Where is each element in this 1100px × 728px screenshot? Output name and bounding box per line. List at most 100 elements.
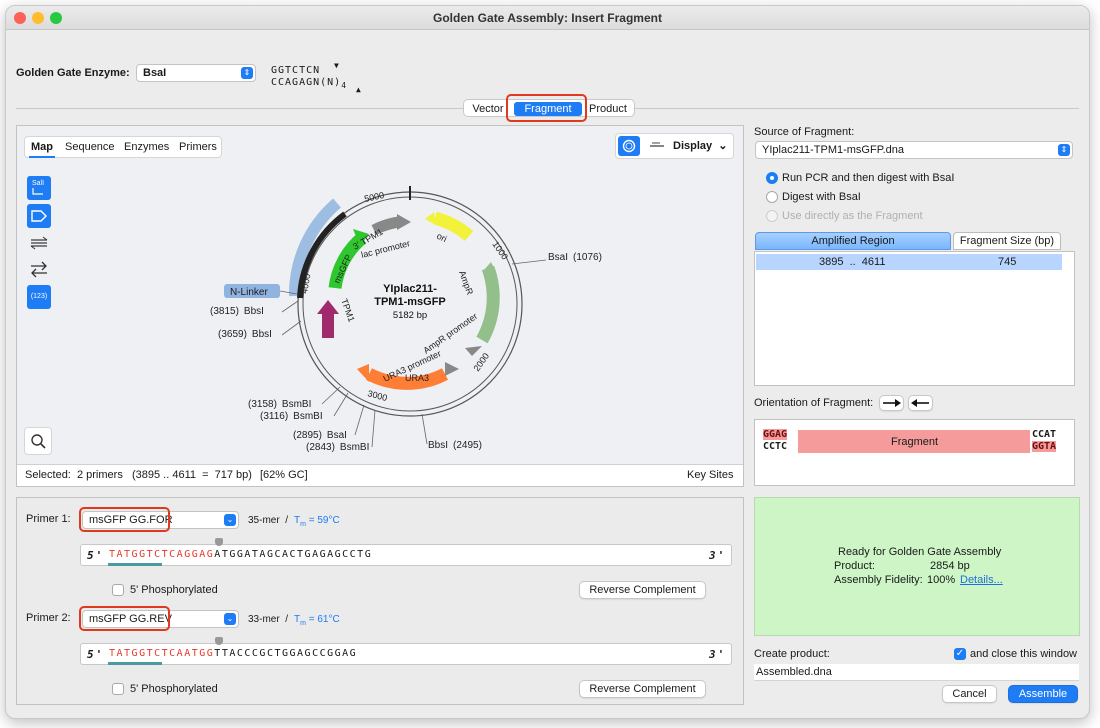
ori-arrow <box>425 212 436 225</box>
tab-product[interactable]: Product <box>584 102 632 116</box>
tpm1-3prime-arrow <box>397 214 411 230</box>
primer2-tm: Tm = 61°C <box>294 614 340 627</box>
site-bottom-strand: CCAGAGN(N) <box>271 77 342 88</box>
cancel-button[interactable]: Cancel <box>942 685 997 703</box>
cut-top-icon: ▼ <box>334 61 340 70</box>
overhang-right-bottom: GGTA <box>1032 441 1057 452</box>
site-line-bsmbi-3158 <box>321 386 341 405</box>
region-row[interactable]: 3895 .. 4611 745 <box>756 254 1062 270</box>
primer1-length: 35-mer / <box>248 515 289 526</box>
site-bsai-1076[interactable]: BsaI (1076) <box>548 252 602 263</box>
overhang-left-top: GGAG <box>763 429 788 440</box>
chevron-down-icon: ⌄ <box>224 514 236 526</box>
primer2-tm-value: = 61°C <box>305 614 340 625</box>
tab-vector[interactable]: Vector <box>466 102 510 116</box>
primer2-phosphorylated-checkbox[interactable] <box>112 683 124 695</box>
primers-panel: Primer 1: msGFP GG.FOR ⌄ 35-mer / Tm = 5… <box>16 497 744 705</box>
primer2-reverse-complement-button[interactable]: Reverse Complement <box>579 680 706 698</box>
site-line-bsai-1076 <box>511 259 547 265</box>
size-header[interactable]: Fragment Size (bp) <box>953 232 1061 250</box>
site-bsai-2895-pos: (2895) <box>293 430 322 441</box>
radio-use-directly[interactable] <box>766 210 778 222</box>
site-bsai-1076-name: BsaI <box>548 252 568 263</box>
enzyme-value: BsaI <box>143 67 167 79</box>
close-window-checkbox[interactable]: ✓ <box>954 648 966 660</box>
radio-digest[interactable] <box>766 191 778 203</box>
site-bbsi-3659[interactable]: (3659) BbsI <box>218 329 272 340</box>
primer1-binding-arrow <box>108 563 162 566</box>
site-line-bbsi-2495 <box>421 413 428 445</box>
option-pcr-digest-label: Run PCR and then digest with BsaI <box>782 172 955 184</box>
enzyme-label: Golden Gate Enzyme: <box>16 67 130 79</box>
label-ampr: AmpR <box>457 269 475 296</box>
site-bsmbi-2843[interactable]: (2843) BsmBI <box>306 442 369 453</box>
plasmid-name-line2: TPM1-msGFP <box>374 296 446 308</box>
primer2-five-prime: 5' <box>87 648 105 661</box>
region-range: 3895 .. 4611 <box>819 256 886 268</box>
gc-content: [62% GC] <box>260 469 308 481</box>
site-bbsi-3815[interactable]: (3815) BbsI <box>210 306 264 317</box>
title-bar: Golden Gate Assembly: Insert Fragment <box>6 6 1089 30</box>
stepper-icon: ⇕ <box>241 67 253 79</box>
chevron-down-icon: ⌄ <box>224 613 236 625</box>
site-bbsi-2495-pos: (2495) <box>453 440 482 451</box>
assemble-button[interactable]: Assemble <box>1008 685 1078 703</box>
overhang-right-top: CCAT <box>1032 429 1057 440</box>
details-link[interactable]: Details... <box>960 574 1003 586</box>
ampr-feature <box>476 265 500 344</box>
site-line-bsai-2895 <box>354 404 365 436</box>
site-bbsi-3659-name: BbsI <box>252 329 272 340</box>
orientation-forward-button[interactable] <box>879 395 904 411</box>
site-bsmbi-3158[interactable]: (3158) BsmBI <box>248 399 311 410</box>
primer2-length: 33-mer / <box>248 614 289 625</box>
enzyme-select[interactable]: BsaI ⇕ <box>136 64 256 82</box>
plasmid-name-line1: YIplac211- <box>383 283 437 295</box>
plasmid-map[interactable]: BsaI (1076) (3815) BbsI (3659) BbsI (3158) B… <box>17 126 743 462</box>
product-label: Product: <box>834 560 875 572</box>
primer1-marker-icon <box>215 538 223 546</box>
primer1-reverse-complement-button[interactable]: Reverse Complement <box>579 581 706 599</box>
site-line-bbsi-3815 <box>281 300 299 313</box>
site-bsai-2895-name: BsaI <box>327 430 347 441</box>
site-bbsi-2495[interactable]: BbsI (2495) <box>428 440 482 451</box>
orientation-label: Orientation of Fragment: <box>754 397 874 409</box>
label-tpm1: TPM1 <box>339 297 357 323</box>
primer2-seq-tail: TATGGTCTCAATGG <box>109 648 215 659</box>
map-status-bar: Selected: 2 primers (3895 .. 4611 = 717 … <box>17 464 743 486</box>
primer1-seq-tail: TATGGTCTCAGGAG <box>109 549 215 560</box>
site-bbsi-3815-name: BbsI <box>244 306 264 317</box>
label-n-linker: N-Linker <box>230 287 268 298</box>
site-bsmbi-2843-pos: (2843) <box>306 442 335 453</box>
arrow-left-icon <box>911 399 929 407</box>
label-ura3: URA3 <box>405 373 429 383</box>
ura3-promoter-arrow <box>445 362 459 376</box>
source-file-select[interactable]: YIplac211-TPM1-msGFP.dna ⇕ <box>755 141 1073 159</box>
fragment-tab-highlight <box>506 94 587 122</box>
primer1-sequence-box[interactable]: 5' TATGGTCTCAGGAGATGGATAGCACTGAGAGCCTG 3… <box>80 544 732 566</box>
site-line-bsmbi-2843 <box>371 409 376 448</box>
filename-input[interactable]: Assembled.dna <box>754 664 1079 681</box>
site-line-bsmbi-3116 <box>333 392 349 417</box>
primer2-sequence-box[interactable]: 5' TATGGTCTCAATGGTTACCCGCTGGAGCCGGAG 3' <box>80 643 732 665</box>
primer2-highlight <box>79 606 170 631</box>
radio-pcr-digest[interactable] <box>766 172 778 184</box>
site-bsmbi-3116-name: BsmBI <box>293 411 322 422</box>
create-product-label: Create product: <box>754 648 830 660</box>
recognition-site: GGTCTCN ▼ CCAGAGN(N)4 ▲ <box>271 61 361 94</box>
orientation-reverse-button[interactable] <box>908 395 933 411</box>
tick-4000: 4000 <box>299 273 312 294</box>
primer1-three-prime: 3' <box>709 549 727 562</box>
primer1-highlight <box>79 507 170 532</box>
primer1-seq-binding: ATGGATAGCACTGAGAGCCTG <box>214 549 373 560</box>
site-bsai-2895[interactable]: (2895) BsaI <box>293 430 347 441</box>
primer1-phosphorylated-checkbox[interactable] <box>112 584 124 596</box>
site-bbsi-2495-name: BbsI <box>428 440 448 451</box>
tick-3000: 3000 <box>366 388 388 403</box>
site-bsmbi-3116[interactable]: (3116) BsmBI <box>260 411 323 422</box>
region-header[interactable]: Amplified Region <box>755 232 951 250</box>
key-sites-button[interactable]: Key Sites <box>687 469 733 481</box>
tpm1-feature <box>322 314 334 338</box>
plasmid-size: 5182 bp <box>393 310 427 321</box>
site-bsmbi-3158-name: BsmBI <box>282 399 311 410</box>
site-bbsi-3815-pos: (3815) <box>210 306 239 317</box>
